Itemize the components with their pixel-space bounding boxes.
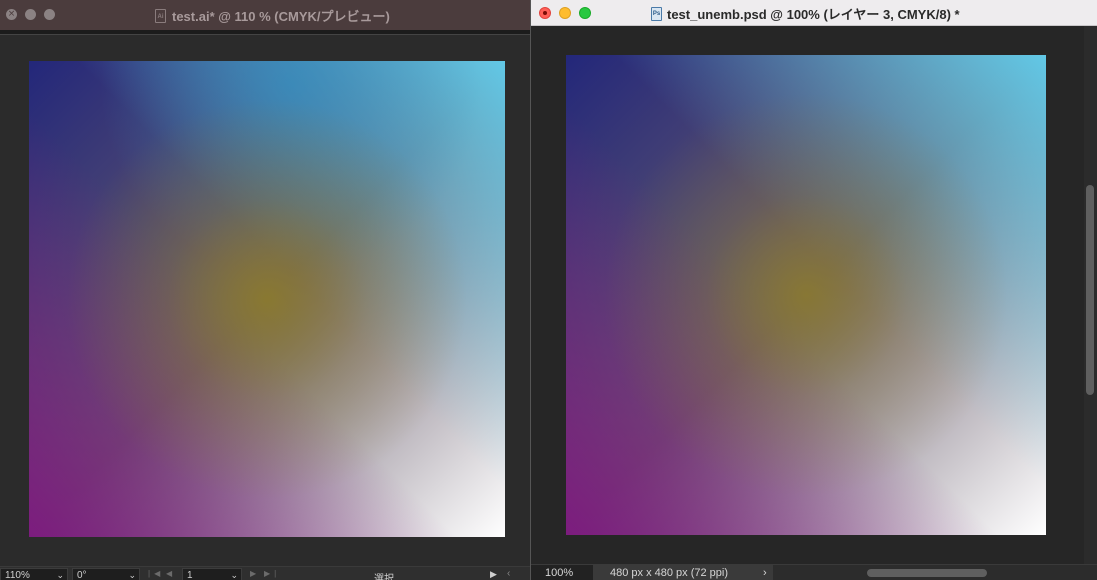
window-title: Ai test.ai* @ 110 % (CMYK/プレビュー) (155, 6, 390, 25)
photoshop-statusbar: 100% 480 px x 480 px (72 ppi) › (531, 564, 1097, 580)
desktop: × Ai test.ai* @ 110 % (CMYK/プレビュー) 110% … (0, 0, 1097, 580)
close-button[interactable] (539, 7, 551, 19)
close-icon: × (7, 9, 16, 19)
first-artboard-icon[interactable]: |◀ (148, 569, 164, 578)
photoshop-window: Ps test_unemb.psd @ 100% (レイヤー 3, CMYK/8… (530, 0, 1097, 580)
rotation-select[interactable]: 0° ⌄ (72, 568, 140, 580)
chevron-down-icon: ⌄ (230, 570, 238, 580)
zoom-button[interactable] (44, 9, 55, 20)
artboard-canvas[interactable] (29, 61, 505, 537)
status-mode[interactable]: 選択 (374, 570, 394, 580)
illustrator-titlebar[interactable]: × Ai test.ai* @ 110 % (CMYK/プレビュー) (0, 0, 530, 30)
minimize-button[interactable] (559, 7, 571, 19)
window-title-text: test_unemb.psd @ 100% (レイヤー 3, CMYK/8) * (667, 7, 960, 22)
document-info[interactable]: 480 px x 480 px (72 ppi) (593, 565, 773, 580)
zoom-select[interactable]: 110% ⌄ (0, 568, 68, 580)
chevron-down-icon: ⌄ (56, 570, 64, 580)
zoom-value: 110% (5, 569, 30, 580)
window-controls: × (6, 9, 55, 20)
ai-document-icon: Ai (155, 8, 166, 23)
next-artboard-icon[interactable]: ▶ (250, 569, 260, 578)
illustrator-statusbar: 110% ⌄ 0° ⌄ |◀ ◀ 1 ⌄ ▶ ▶| 選択 ▶ ‹ (0, 566, 530, 580)
window-title: Ps test_unemb.psd @ 100% (レイヤー 3, CMYK/8… (651, 4, 960, 23)
ruler-strip (0, 30, 530, 35)
zoom-field[interactable]: 100% (531, 565, 593, 580)
chevron-left-icon[interactable]: ‹ (507, 568, 510, 579)
artboard-select[interactable]: 1 ⌄ (182, 568, 242, 580)
rotation-value: 0° (77, 569, 87, 580)
horizontal-scroll-thumb[interactable] (867, 569, 987, 577)
window-controls (539, 7, 591, 19)
chevron-right-icon[interactable]: › (763, 565, 767, 580)
illustrator-window: × Ai test.ai* @ 110 % (CMYK/プレビュー) 110% … (0, 0, 530, 580)
play-icon[interactable]: ▶ (490, 569, 497, 580)
zoom-button[interactable] (579, 7, 591, 19)
chevron-down-icon: ⌄ (128, 570, 136, 580)
close-button[interactable]: × (6, 9, 17, 20)
photoshop-titlebar[interactable]: Ps test_unemb.psd @ 100% (レイヤー 3, CMYK/8… (531, 0, 1097, 26)
window-title-text: test.ai* @ 110 % (CMYK/プレビュー) (172, 9, 390, 24)
gradient-artwork (29, 61, 505, 537)
previous-artboard-icon[interactable]: ◀ (166, 569, 176, 578)
minimize-button[interactable] (25, 9, 36, 20)
vertical-scroll-thumb[interactable] (1086, 185, 1094, 395)
last-artboard-icon[interactable]: ▶| (264, 569, 280, 578)
psd-document-icon: Ps (651, 6, 662, 21)
gradient-artwork (566, 55, 1046, 535)
artboard-value: 1 (187, 569, 193, 580)
document-canvas[interactable] (566, 55, 1046, 535)
